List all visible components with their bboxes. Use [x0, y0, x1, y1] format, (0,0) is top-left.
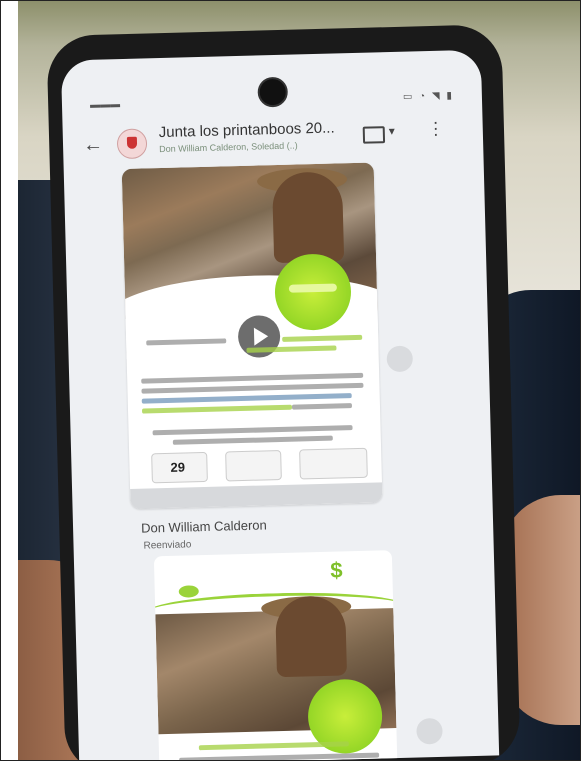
place-box: [299, 447, 368, 480]
forwarded-label: Reenviado: [143, 539, 192, 552]
video-message-bubble[interactable]: 29: [121, 162, 383, 509]
forward-icon[interactable]: [386, 345, 414, 373]
person-figure: [271, 171, 345, 264]
time-box: [225, 449, 282, 482]
group-avatar[interactable]: [116, 128, 148, 160]
dollar-icon: $: [329, 557, 343, 583]
chat-title[interactable]: Junta los printanboos 20...: [159, 119, 335, 141]
chat-subtitle: Don William Calderon, Soledad (..): [159, 140, 298, 155]
blurred-text-line: [152, 425, 353, 436]
photo-frame: ▬▬▬ ▭ ◔ ◥ ▮ ← Junta los printanboos 20..…: [18, 0, 581, 761]
sender-name: Don William Calderon: [140, 517, 267, 536]
video-call-icon[interactable]: [362, 126, 386, 144]
blurred-text-line: [141, 372, 364, 384]
date-day: 29: [170, 459, 186, 475]
forward-icon[interactable]: [416, 717, 443, 745]
image-message-bubble[interactable]: $: [153, 550, 398, 761]
video-progress-bar[interactable]: [130, 482, 383, 509]
more-menu-icon[interactable]: · · ·: [432, 112, 439, 144]
blurred-text-line: [141, 393, 352, 404]
status-time: ▬▬▬: [89, 99, 121, 111]
back-arrow-icon[interactable]: ←: [83, 134, 104, 158]
phone-screen: ▬▬▬ ▭ ◔ ◥ ▮ ← Junta los printanboos 20..…: [60, 49, 500, 761]
chat-header: ← Junta los printanboos 20... Don Willia…: [62, 112, 483, 167]
blurred-text-line: [291, 403, 353, 410]
leaf-icon: [178, 585, 199, 598]
blurred-text-line: [141, 404, 293, 414]
blurred-text-line: [141, 382, 364, 394]
date-box: 29: [151, 451, 208, 484]
status-icons: ▭ ◔ ◥ ▮: [402, 90, 455, 103]
blurred-text-line: [172, 435, 333, 445]
person-figure: [274, 595, 348, 678]
